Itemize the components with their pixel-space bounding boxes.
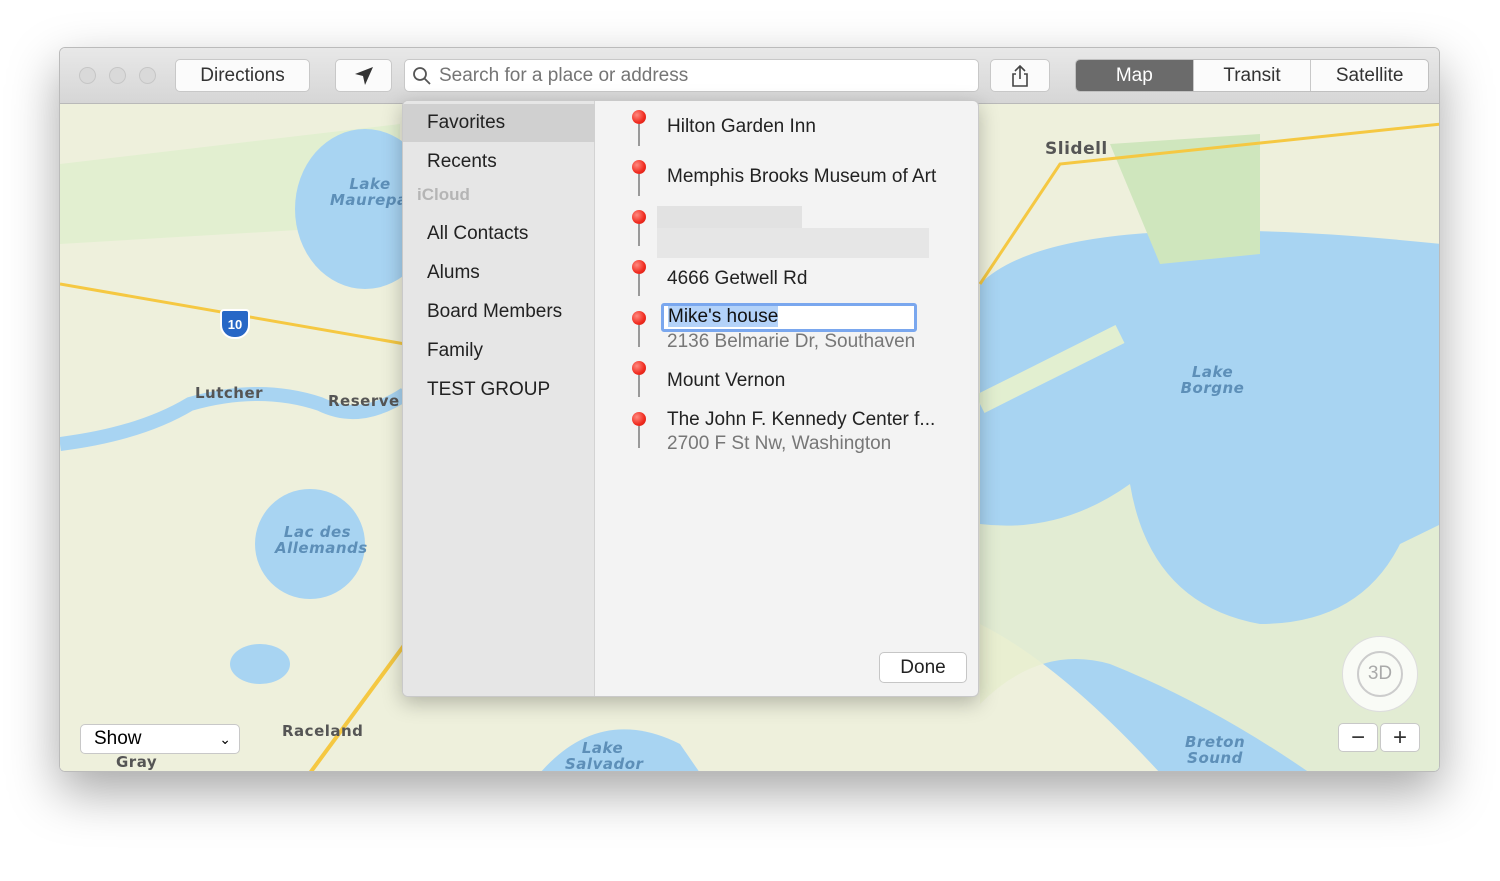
pin-icon	[632, 210, 646, 246]
sidebar-item-all-contacts[interactable]: All Contacts	[427, 223, 528, 245]
sidebar-item-recents[interactable]: Recents	[427, 151, 497, 173]
chevron-down-icon: ⌄	[219, 730, 231, 747]
pin-icon	[632, 412, 646, 448]
map-label: Lutcher	[195, 384, 264, 402]
compass-3d-button[interactable]: 3D	[1342, 636, 1418, 712]
map-label: Reserve	[328, 392, 400, 410]
map-label: Lac des Allemands	[275, 523, 368, 557]
map-label: Lake Maurepas	[330, 175, 418, 209]
sidebar-item-test-group[interactable]: TEST GROUP	[427, 379, 550, 401]
favorite-address: 2700 F St Nw, Washington	[667, 433, 892, 454]
sidebar-item-board-members[interactable]: Board Members	[427, 301, 562, 323]
sidebar-item-family[interactable]: Family	[427, 340, 483, 362]
redacted-block	[657, 206, 802, 228]
pin-icon	[632, 160, 646, 196]
favorite-name: The John F. Kennedy Center f...	[667, 409, 936, 430]
map-type-selector: Map Transit Satellite	[1075, 59, 1429, 92]
favorite-item[interactable]: Memphis Brooks Museum of Art ×	[595, 156, 978, 204]
show-dropdown[interactable]: Show ⌄	[80, 724, 240, 754]
pin-icon	[632, 260, 646, 296]
redacted-block	[657, 228, 929, 258]
tab-transit[interactable]: Transit	[1192, 60, 1311, 91]
favorite-item[interactable]: The John F. Kennedy Center f... 2700 F S…	[595, 409, 978, 459]
zoom-window-button[interactable]	[139, 67, 156, 84]
favorite-item[interactable]: 2136 Belmarie Dr, Southaven ×	[595, 306, 978, 356]
map-label: Lake Borgne	[1180, 363, 1245, 397]
sidebar-section-icloud: iCloud	[417, 185, 470, 204]
favorite-name: Mount Vernon	[667, 370, 786, 391]
pin-icon	[632, 311, 646, 347]
zoom-in-button[interactable]: +	[1380, 723, 1420, 752]
location-arrow-icon	[354, 66, 373, 85]
favorite-name: 4666 Getwell Rd	[667, 268, 808, 289]
directions-button[interactable]: Directions	[175, 59, 310, 92]
pin-icon	[632, 110, 646, 146]
compass-label: 3D	[1357, 651, 1403, 697]
favorite-item[interactable]: Mount Vernon ×	[595, 361, 978, 409]
share-button[interactable]	[990, 59, 1050, 92]
share-icon	[1012, 64, 1028, 87]
map-label: Breton Sound	[1185, 733, 1246, 767]
favorite-name: Hilton Garden Inn	[667, 116, 816, 137]
done-button[interactable]: Done	[879, 652, 967, 683]
interstate-shield: 10	[220, 309, 250, 339]
map-label: Raceland	[282, 722, 364, 740]
favorites-popover: Favorites Recents iCloud All Contacts Al…	[402, 100, 979, 697]
tab-map[interactable]: Map	[1076, 60, 1193, 91]
pin-icon	[632, 361, 646, 397]
favorite-item-redacted[interactable]: ×	[595, 206, 978, 258]
map-label: Lake Salvador	[565, 739, 644, 772]
zoom-out-button[interactable]: −	[1338, 723, 1378, 752]
current-location-button[interactable]	[335, 59, 392, 92]
map-label: Gray	[116, 753, 158, 771]
favorite-name: Memphis Brooks Museum of Art	[667, 166, 937, 187]
close-window-button[interactable]	[79, 67, 96, 84]
search-field[interactable]	[404, 59, 979, 92]
search-input[interactable]	[439, 64, 959, 87]
tab-satellite[interactable]: Satellite	[1310, 60, 1428, 91]
favorite-item[interactable]: 4666 Getwell Rd ×	[595, 258, 978, 306]
minimize-window-button[interactable]	[109, 67, 126, 84]
map-label: Slidell	[1045, 139, 1108, 159]
sidebar-item-favorites[interactable]: Favorites	[403, 104, 595, 142]
search-icon	[413, 66, 431, 85]
favorite-item[interactable]: Hilton Garden Inn ×	[595, 106, 978, 154]
favorite-address: 2136 Belmarie Dr, Southaven	[667, 331, 916, 352]
favorites-sidebar: Favorites Recents iCloud All Contacts Al…	[403, 101, 595, 696]
toolbar: Directions Map Transit Satellite	[60, 48, 1439, 104]
show-label: Show	[94, 728, 142, 749]
sidebar-item-alums[interactable]: Alums	[427, 262, 480, 284]
